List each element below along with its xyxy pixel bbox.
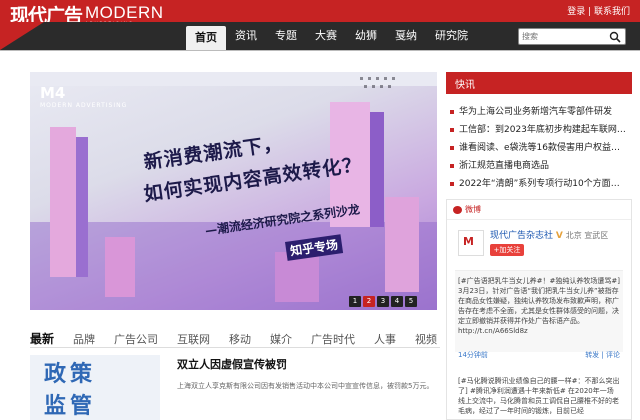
- weibo-post-time[interactable]: 14分钟前: [458, 351, 488, 359]
- hero-banner[interactable]: M4 MODERN ADVERTISING 新消费潮流下， 如何实现内容高效转化？…: [30, 72, 437, 310]
- banner-page-5[interactable]: 5: [405, 296, 417, 307]
- kuaixun-item[interactable]: 华为上海公司业务新增汽车零部件研发: [450, 104, 628, 117]
- latest-divider: [30, 347, 440, 348]
- nav-item-news[interactable]: 资讯: [226, 22, 266, 50]
- banner-page-1[interactable]: 1: [349, 296, 361, 307]
- banner-logo-mark: M4: [40, 84, 66, 102]
- nav-divider: [0, 50, 640, 51]
- logo-english-main: MODERN: [85, 3, 164, 22]
- nav-accent-shape: [0, 22, 44, 50]
- banner-page-4[interactable]: 4: [391, 296, 403, 307]
- top-links: 登录 | 联系我们: [567, 4, 630, 17]
- banner-page-2[interactable]: 2: [363, 296, 375, 307]
- tab-agency[interactable]: 广告公司: [114, 331, 158, 347]
- banner-logo-sub: MODERN ADVERTISING: [40, 102, 128, 109]
- banner-page-3[interactable]: 3: [377, 296, 389, 307]
- kuaixun-item[interactable]: 浙江规范直播电商选品: [450, 158, 628, 171]
- kuaixun-item[interactable]: 2022年“清朗”系列专项行动10个方面重点任务: [450, 176, 628, 189]
- weibo-avatar[interactable]: M: [458, 230, 484, 256]
- article-thumbnail[interactable]: 政策 监管: [30, 355, 160, 420]
- nav-item-cannes[interactable]: 戛纳: [386, 22, 426, 50]
- weibo-post-text: [#广告语把乳牛当女儿养#！#独纯认养牧场遭骂#] 3月23日，针对广告语“我们…: [458, 277, 620, 335]
- nav-item-young-lions[interactable]: 幼狮: [346, 22, 386, 50]
- article-thumbnail-text: 政策 监管: [44, 361, 97, 419]
- tab-ad-age[interactable]: 广告时代: [311, 331, 355, 347]
- latest-tabs: 最新 品牌 广告公司 互联网 移动 媒介 广告时代 人事 视频: [30, 330, 440, 347]
- nav-item-home[interactable]: 首页: [186, 26, 226, 50]
- tab-latest[interactable]: 最新: [30, 330, 54, 347]
- kuaixun-header: 快讯: [446, 72, 632, 94]
- separator: |: [585, 7, 594, 17]
- login-link[interactable]: 登录: [567, 7, 585, 17]
- weibo-account-name[interactable]: 现代广告杂志社: [490, 231, 553, 241]
- tab-mobile[interactable]: 移动: [229, 331, 251, 347]
- search-icon[interactable]: [609, 31, 621, 43]
- tab-people[interactable]: 人事: [374, 331, 396, 347]
- weibo-post-text-2: [#马化腾说腾讯业绩像自己的腰一样#：不那么突出了] #腾讯净利润遭遇十年来新低…: [458, 377, 620, 415]
- tab-internet[interactable]: 互联网: [177, 331, 210, 347]
- main-nav: 首页 资讯 专题 大赛 幼狮 戛纳 研究院: [186, 22, 477, 50]
- weibo-header: 微博: [447, 200, 631, 220]
- follow-button[interactable]: +加关注: [490, 244, 524, 256]
- nav-item-topics[interactable]: 专题: [266, 22, 306, 50]
- article-title[interactable]: 双立人因虚假宣传被罚: [177, 356, 287, 372]
- weibo-account[interactable]: 现代广告杂志社 V 北京 宣武区: [490, 228, 608, 241]
- search-box: [518, 28, 626, 45]
- weibo-post-actions[interactable]: 转发 | 评论: [585, 350, 620, 360]
- banner-logo: M4 MODERN ADVERTISING: [40, 84, 127, 109]
- tab-media[interactable]: 媒介: [270, 331, 292, 347]
- kuaixun-item[interactable]: 工信部：到2023年底初步构建起车联网网络...: [450, 122, 628, 135]
- kuaixun-title: 快讯: [455, 80, 475, 91]
- weibo-post-meta: 14分钟前 转发 | 评论: [458, 350, 620, 360]
- kuaixun-item[interactable]: 谁看阅读、e袋洗等16款侵害用户权益的App...: [450, 140, 628, 153]
- tab-video[interactable]: 视频: [415, 331, 437, 347]
- tab-brand[interactable]: 品牌: [73, 331, 95, 347]
- contact-link[interactable]: 联系我们: [594, 7, 630, 17]
- nav-item-institute[interactable]: 研究院: [426, 22, 477, 50]
- nav-item-awards[interactable]: 大赛: [306, 22, 346, 50]
- article-summary: 上海双立人享克斯有限公司因有发销售活动中本公司中宣宣传信息，被罚款5万元。: [177, 382, 434, 390]
- verified-icon: V: [555, 231, 563, 241]
- banner-pagination: 1 2 3 4 5: [349, 296, 417, 307]
- weibo-icon: [453, 206, 462, 214]
- weibo-title: 微博: [465, 205, 481, 214]
- search-input[interactable]: [522, 30, 606, 43]
- weibo-location: 北京 宣武区: [565, 231, 609, 240]
- avatar-mark: M: [463, 235, 474, 248]
